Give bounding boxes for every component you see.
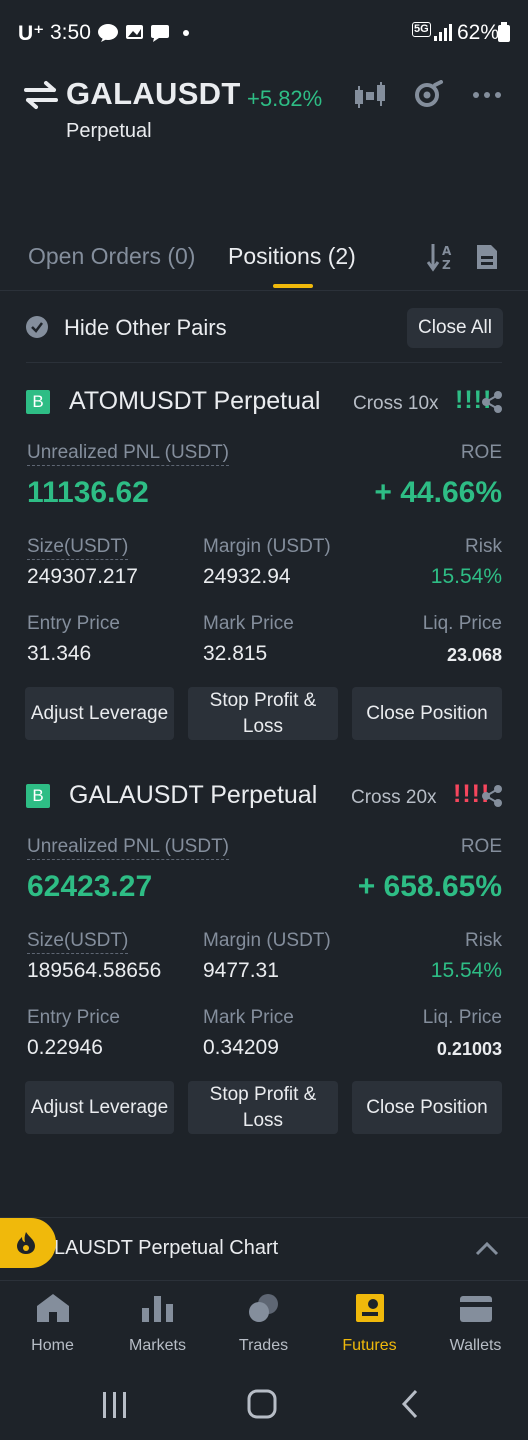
- margin-label: Margin (USDT): [203, 930, 331, 951]
- chart-bar-label[interactable]: LAUSDT Perpetual Chart: [54, 1237, 278, 1260]
- roe-label: ROE: [460, 836, 502, 857]
- nav-trades[interactable]: Trades: [211, 1292, 316, 1355]
- order-history-icon[interactable]: [475, 243, 499, 271]
- liq-price-label: Liq. Price: [422, 1007, 502, 1028]
- close-position-button[interactable]: Close Position: [352, 687, 502, 740]
- nav-markets[interactable]: Markets: [105, 1292, 210, 1355]
- entry-price-value: 0.22946: [27, 1036, 103, 1059]
- position-card-atomusdt: B ATOMUSDT Perpetual Cross 10x !!!! Unre…: [0, 372, 528, 752]
- nav-futures-label: Futures: [342, 1337, 397, 1354]
- home-button-icon[interactable]: [246, 1388, 278, 1420]
- trades-icon: [248, 1294, 278, 1322]
- roe-value: + 658.65%: [357, 870, 502, 903]
- notification-icons: [98, 24, 189, 42]
- margin-value: 24932.94: [203, 565, 291, 588]
- status-bar: U⁺ 3:50 5G 62%: [0, 0, 528, 64]
- tabs-divider: [0, 290, 528, 291]
- side-badge: B: [26, 784, 50, 808]
- nav-wallets-label: Wallets: [449, 1337, 502, 1354]
- header-subtitle: Perpetual: [66, 120, 152, 142]
- tab-positions[interactable]: Positions (2): [228, 243, 356, 270]
- side-badge: B: [26, 390, 50, 414]
- battery-icon: [498, 22, 510, 42]
- nav-home-label: Home: [31, 1337, 74, 1354]
- pnl-value: 62423.27: [27, 870, 153, 903]
- more-options-icon[interactable]: [470, 80, 504, 110]
- svg-text:Z: Z: [442, 258, 451, 272]
- mark-price-value: 32.815: [203, 642, 268, 665]
- tab-open-orders[interactable]: Open Orders (0): [28, 243, 195, 270]
- margin-mode: Cross 10x: [353, 393, 439, 414]
- sort-icon[interactable]: A Z: [427, 242, 455, 272]
- nav-wallets[interactable]: Wallets: [423, 1292, 528, 1355]
- size-value: 189564.58656: [27, 959, 162, 982]
- liq-price-value: 0.21003: [436, 1039, 502, 1059]
- mark-price-label: Mark Price: [203, 613, 294, 634]
- nav-futures[interactable]: Futures: [317, 1292, 422, 1355]
- fire-icon: [17, 1232, 35, 1254]
- margin-label: Margin (USDT): [203, 536, 331, 557]
- header-symbol[interactable]: GALAUSDT: [66, 76, 241, 112]
- home-icon: [36, 1294, 69, 1322]
- carrier-label: U⁺: [18, 22, 45, 45]
- size-label: Size(USDT): [27, 536, 129, 560]
- risk-label: Risk: [465, 930, 502, 951]
- signal-icon: [434, 24, 452, 41]
- markets-icon: [141, 1296, 173, 1322]
- roe-label: ROE: [460, 442, 502, 463]
- entry-price-label: Entry Price: [27, 1007, 120, 1028]
- risk-value: 15.54%: [430, 959, 502, 982]
- candlestick-chart-icon[interactable]: [353, 80, 387, 110]
- adjust-leverage-button[interactable]: Adjust Leverage: [25, 687, 174, 740]
- filters-divider: [26, 362, 502, 363]
- margin-mode: Cross 20x: [351, 787, 437, 808]
- system-navigation-bar: [0, 1376, 528, 1440]
- battery-percent: 62%: [457, 21, 500, 44]
- hide-pairs-checkbox[interactable]: [26, 316, 48, 338]
- tpsl-button[interactable]: Stop Profit & Loss: [188, 687, 338, 740]
- liq-price-value: 23.068: [446, 645, 502, 665]
- share-icon[interactable]: [480, 390, 504, 414]
- quick-action-bubble[interactable]: [0, 1218, 56, 1268]
- adjust-leverage-button[interactable]: Adjust Leverage: [25, 1081, 174, 1134]
- liq-price-label: Liq. Price: [422, 613, 502, 634]
- network-badge: 5G: [412, 22, 431, 37]
- active-tab-indicator: [273, 284, 313, 288]
- nav-trades-label: Trades: [238, 1337, 289, 1354]
- close-position-button[interactable]: Close Position: [352, 1081, 502, 1134]
- mark-price-value: 0.34209: [203, 1036, 279, 1059]
- position-card-galausdt: B GALAUSDT Perpetual Cross 20x !!!! Unre…: [0, 766, 528, 1146]
- clock: 3:50: [50, 21, 91, 44]
- risk-value: 15.54%: [430, 565, 502, 588]
- hide-pairs-label[interactable]: Hide Other Pairs: [64, 315, 227, 341]
- risk-label: Risk: [465, 536, 502, 557]
- recent-apps-icon[interactable]: [100, 1390, 130, 1420]
- swap-pair-icon[interactable]: [24, 80, 58, 110]
- check-icon: [31, 322, 43, 333]
- header-change: +5.82%: [247, 86, 323, 111]
- pnl-label: Unrealized PNL (USDT): [27, 836, 230, 860]
- nav-markets-label: Markets: [129, 1337, 186, 1354]
- calculator-icon[interactable]: [411, 80, 445, 110]
- size-value: 249307.217: [27, 565, 138, 588]
- futures-icon: [355, 1294, 384, 1322]
- back-icon[interactable]: [398, 1388, 422, 1420]
- position-symbol[interactable]: ATOMUSDT Perpetual: [69, 387, 320, 416]
- margin-value: 9477.31: [203, 959, 279, 982]
- share-icon[interactable]: [480, 784, 504, 808]
- entry-price-value: 31.346: [27, 642, 92, 665]
- position-symbol[interactable]: GALAUSDT Perpetual: [69, 781, 317, 810]
- pnl-label: Unrealized PNL (USDT): [27, 442, 230, 466]
- pnl-value: 11136.62: [27, 476, 149, 509]
- entry-price-label: Entry Price: [27, 613, 120, 634]
- tpsl-button[interactable]: Stop Profit & Loss: [188, 1081, 338, 1134]
- wallet-icon: [459, 1296, 492, 1322]
- size-label: Size(USDT): [27, 930, 129, 954]
- roe-value: + 44.66%: [374, 476, 502, 509]
- chevron-up-icon[interactable]: [474, 1238, 500, 1258]
- close-all-button[interactable]: Close All: [407, 308, 503, 348]
- svg-text:A: A: [442, 244, 452, 258]
- mark-price-label: Mark Price: [203, 1007, 294, 1028]
- nav-home[interactable]: Home: [0, 1292, 105, 1355]
